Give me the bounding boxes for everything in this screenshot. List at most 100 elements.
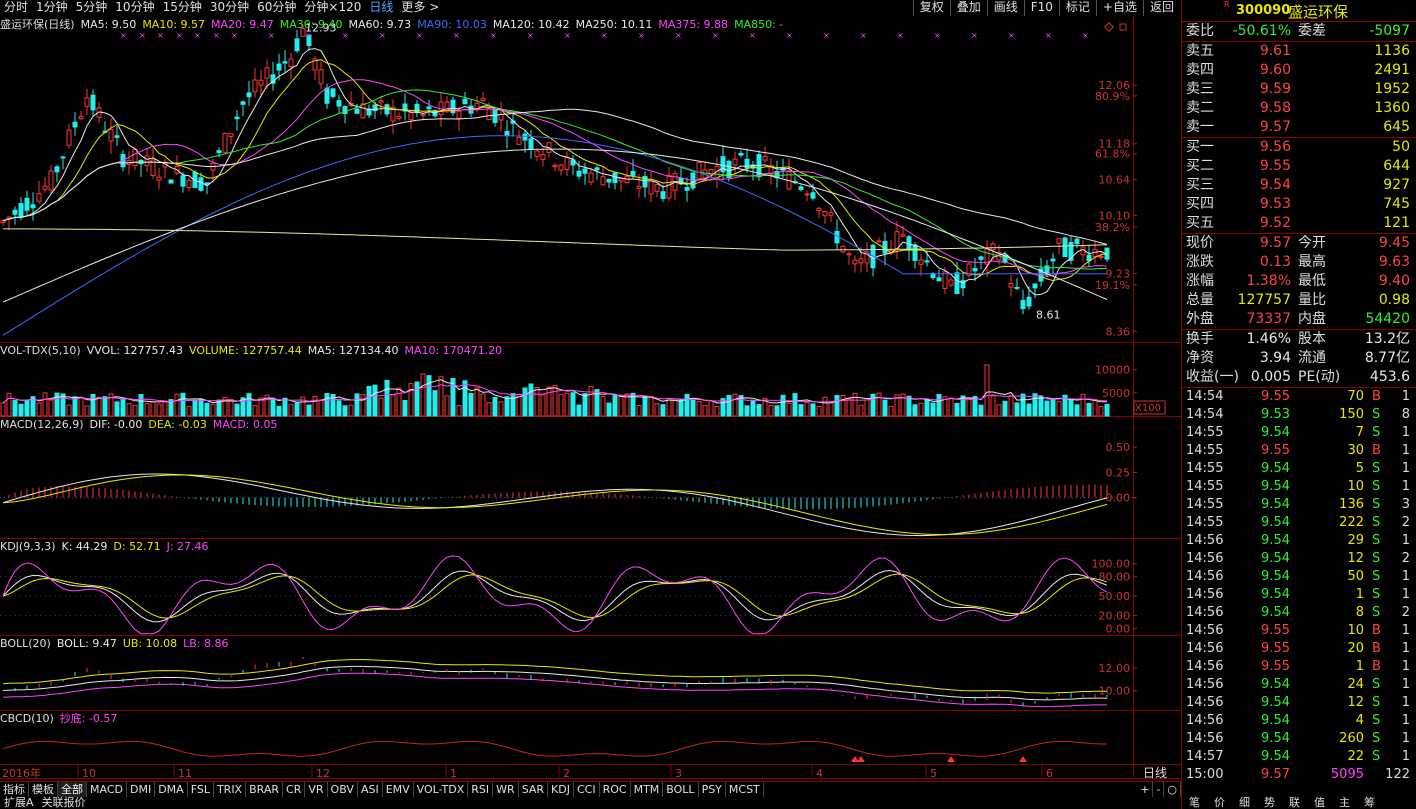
volume-bar <box>120 398 126 417</box>
indicator-tab[interactable]: VR <box>305 782 328 797</box>
candle-body <box>60 156 66 159</box>
indicator-tab[interactable]: 模板 <box>29 782 58 797</box>
candle-body <box>234 116 240 120</box>
volume-bar <box>342 405 348 417</box>
stat-label: 净资 <box>1186 350 1214 366</box>
candle-body <box>66 129 72 146</box>
period-tab[interactable]: 30分钟 <box>206 0 253 16</box>
volume-bar <box>162 401 168 417</box>
chart-area[interactable]: 12.06 11.18 10.64 10.10 9.23 8.36 80.9% 61.8% 38… <box>0 16 1181 779</box>
indicator-tab[interactable]: 全部 <box>58 782 87 797</box>
panel-footer-tab[interactable]: 价 <box>1207 797 1232 809</box>
tick-side: S <box>1372 569 1381 584</box>
indicator-tab[interactable]: KDJ <box>548 782 574 797</box>
tick-list[interactable]: 14:54 9.55 70 B 1 14:54 9.53 150 S 8 14:55 9.54 7 S 1 1… <box>1182 388 1416 784</box>
volume-bar <box>936 393 942 417</box>
stock-name[interactable]: 盛运环保 <box>1288 1 1348 22</box>
signal-marker: × <box>564 31 571 40</box>
stat-value: 54420 <box>1365 311 1410 327</box>
period-tab[interactable]: 15分钟 <box>159 0 206 16</box>
order-book-row: 卖二 9.58 1360 <box>1182 99 1416 118</box>
indicator-tab[interactable]: CCI <box>574 782 600 797</box>
indicator-tab[interactable]: BRAR <box>246 782 284 797</box>
indicator-value: K: 44.29 <box>61 540 108 553</box>
tab-control-button[interactable]: - <box>1153 782 1165 797</box>
tick-volume: 50 <box>1347 569 1364 584</box>
indicator-tab[interactable]: VOL-TDX <box>414 782 469 797</box>
period-tab[interactable]: 10分钟 <box>111 0 158 16</box>
indicator-tab[interactable]: ASI <box>358 782 383 797</box>
volume-bar <box>102 396 108 417</box>
ma250-line <box>3 228 1108 251</box>
panel-footer-tab[interactable]: 主 <box>1332 797 1357 809</box>
signal-marker: × <box>231 31 238 40</box>
tick-row: 14:56 9.54 260 S 1 <box>1182 730 1416 748</box>
tick-volume: 12 <box>1347 551 1364 566</box>
toolbar-button[interactable]: 复权 <box>912 0 950 16</box>
bottom-signal-arrow <box>1019 756 1027 762</box>
indicator-tab[interactable]: OBV <box>328 782 358 797</box>
panel-footer-tab[interactable]: 值 <box>1307 797 1332 809</box>
toolbar-button[interactable]: 标记 <box>1058 0 1096 16</box>
tick-row: 14:56 9.54 12 S 2 <box>1182 550 1416 568</box>
indicator-tab[interactable]: WR <box>493 782 519 797</box>
tab-control-button[interactable]: ○ <box>1164 782 1181 797</box>
candle-body <box>324 87 330 104</box>
indicator-tab[interactable]: CR <box>283 782 306 797</box>
indicator-value: MA375: 9.88 <box>658 18 729 31</box>
toolbar-button[interactable]: 画线 <box>986 0 1024 16</box>
extension-tab[interactable]: 扩展A <box>0 797 38 809</box>
candle-body <box>762 155 768 161</box>
indicator-tab[interactable]: RSI <box>468 782 494 797</box>
indicator-tab[interactable]: MTM <box>631 782 664 797</box>
period-tab[interactable]: 分钟×120 <box>300 0 365 16</box>
toolbar-button[interactable]: 叠加 <box>949 0 987 16</box>
volume-bar <box>354 393 360 417</box>
indicator-tab[interactable]: PSY <box>699 782 726 797</box>
extension-tab[interactable]: 关联报价 <box>38 797 90 809</box>
indicator-tab[interactable]: BOLL <box>663 782 699 797</box>
volume-bar <box>1002 400 1008 417</box>
period-tab[interactable]: 60分钟 <box>253 0 300 16</box>
indicator-tab[interactable]: 指标 <box>0 782 29 797</box>
period-tab[interactable]: 5分钟 <box>72 0 112 16</box>
period-tab[interactable]: 更多 > <box>397 0 443 16</box>
indicator-tab[interactable]: MACD <box>87 782 127 797</box>
period-tab[interactable]: 1分钟 <box>32 0 72 16</box>
tick-side: B <box>1372 623 1381 638</box>
volume-bar <box>558 393 564 417</box>
candle-body <box>858 258 864 264</box>
volume-bar <box>36 402 42 417</box>
kline-chart[interactable]: 12.0611.1810.6410.109.238.3680.9%61.8%38… <box>0 16 1181 779</box>
period-tab[interactable]: 日线 <box>365 0 397 16</box>
panel-footer-tab[interactable]: 联 <box>1282 797 1307 809</box>
indicator-tab[interactable]: FSL <box>188 782 214 797</box>
tick-volume: 20 <box>1347 641 1364 656</box>
indicator-tab[interactable]: DMI <box>127 782 156 797</box>
volume-bar <box>18 403 24 417</box>
volume-bar <box>138 394 144 417</box>
indicator-tab[interactable]: DMA <box>155 782 188 797</box>
indicator-tab[interactable]: SAR <box>519 782 549 797</box>
tick-time: 15:00 <box>1186 767 1224 782</box>
panel-footer-tab[interactable]: 笔 <box>1182 797 1207 809</box>
panel-footer-tab[interactable]: 筹 <box>1357 797 1382 809</box>
panel-footer-tab[interactable]: 势 <box>1257 797 1282 809</box>
panel-footer-tab[interactable]: 细 <box>1232 797 1257 809</box>
indicator-tab[interactable]: EMV <box>383 782 414 797</box>
period-tab[interactable]: 分时 <box>0 0 32 16</box>
book-volume: 2491 <box>1374 62 1410 78</box>
stat-value: 0.98 <box>1378 292 1410 308</box>
toolbar-button[interactable]: 返回 <box>1142 0 1180 16</box>
candle-body <box>336 100 342 107</box>
indicator-tab[interactable]: ROC <box>600 782 631 797</box>
stat-label: 总量 <box>1186 292 1214 308</box>
toolbar-button[interactable]: +自选 <box>1095 0 1143 16</box>
toolbar-button[interactable]: F10 <box>1023 0 1059 16</box>
tab-control-button[interactable]: + <box>1137 782 1154 797</box>
indicator-tab[interactable]: TRIX <box>214 782 247 797</box>
indicator-tab[interactable]: MCST <box>726 782 764 797</box>
candle-body <box>378 100 384 103</box>
tick-time: 14:56 <box>1186 677 1224 692</box>
volume-bar <box>702 405 708 417</box>
